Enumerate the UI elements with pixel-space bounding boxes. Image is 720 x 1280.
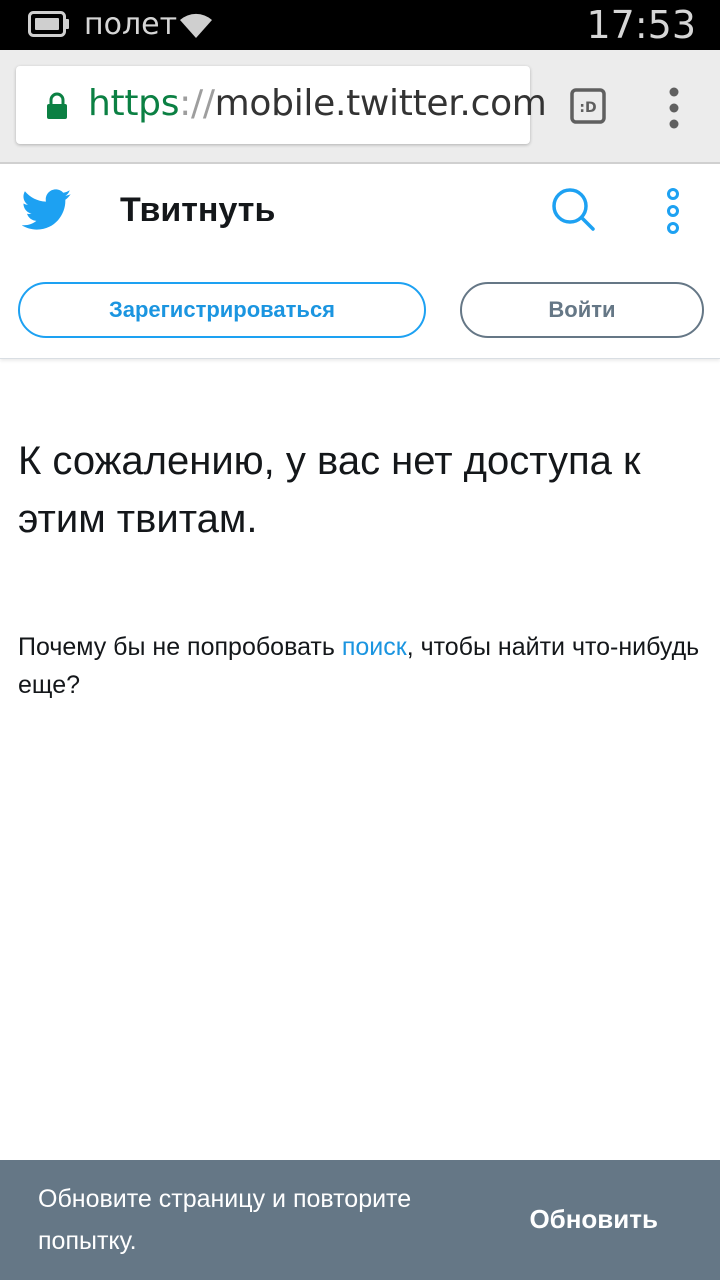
signup-button[interactable]: Зарегистрироваться (18, 282, 426, 338)
twitter-bird-icon[interactable] (22, 188, 72, 232)
twitter-header: Твитнуть Зарегистрироваться Войти (0, 164, 720, 359)
wifi-icon (180, 13, 212, 38)
lock-icon[interactable] (46, 92, 68, 120)
more-icon[interactable] (662, 188, 684, 234)
tabs-icon-label: :D (579, 100, 596, 116)
browser-toolbar: https://mobile.twitter.com :D (0, 50, 720, 164)
status-bar: полет 17:53 (0, 0, 720, 50)
menu-dots-icon[interactable] (664, 86, 684, 130)
url-host: mobile.twitter.com (214, 83, 547, 124)
snackbar: Обновите страницу и повторите попытку. О… (0, 1160, 720, 1280)
error-headline: К сожалению, у вас нет доступа к этим тв… (18, 439, 641, 541)
search-link[interactable]: поиск (342, 633, 407, 661)
battery-icon (28, 11, 69, 37)
snackbar-message: Обновите страницу и повторите попытку. (38, 1185, 412, 1255)
url-separator: :// (179, 83, 215, 124)
search-icon[interactable] (550, 186, 596, 232)
subtext-before: Почему бы не попробовать (18, 633, 342, 661)
error-subtext: Почему бы не попробовать поиск, чтобы на… (18, 628, 708, 704)
login-button[interactable]: Войти (460, 282, 704, 338)
carrier-name: полет (84, 7, 178, 42)
tabs-icon[interactable]: :D (570, 88, 606, 124)
clock: 17:53 (586, 3, 696, 47)
url-text[interactable]: https://mobile.twitter.com (88, 82, 547, 126)
refresh-button[interactable]: Обновить (529, 1198, 658, 1240)
page-title[interactable]: Твитнуть (120, 186, 275, 234)
address-bar[interactable]: https://mobile.twitter.com (16, 66, 547, 144)
url-scheme: https (88, 83, 180, 124)
